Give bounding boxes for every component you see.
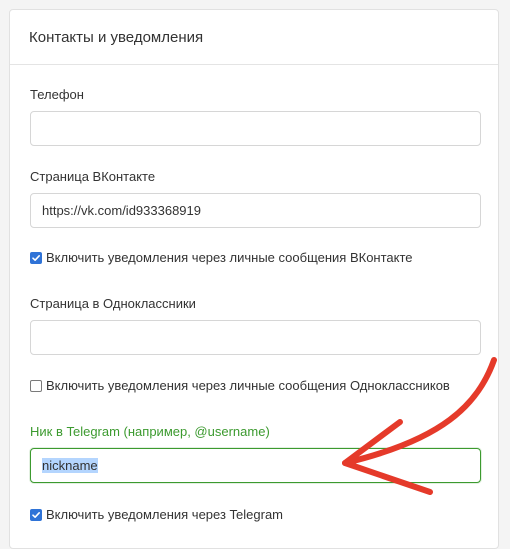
- telegram-label: Ник в Telegram (например, @username): [30, 424, 270, 439]
- ok-notify-label: Включить уведомления через личные сообще…: [46, 378, 450, 393]
- phone-label: Телефон: [30, 87, 84, 102]
- ok-notify-checkbox[interactable]: [30, 379, 42, 392]
- telegram-notify-label: Включить уведомления через Telegram: [46, 507, 284, 522]
- vk-page-label: Страница ВКонтакте: [30, 169, 156, 184]
- phone-input[interactable]: [30, 111, 481, 146]
- ok-page-label: Страница в Одноклассники: [30, 296, 196, 311]
- contacts-card: Контакты и уведомления Телефон Страница …: [9, 9, 499, 549]
- vk-notify-checkbox[interactable]: [30, 251, 42, 264]
- vk-page-input[interactable]: [30, 193, 481, 228]
- checkmark-icon: [32, 254, 40, 261]
- telegram-notify-option[interactable]: Включить уведомления через Telegram: [30, 507, 283, 522]
- ok-page-input[interactable]: [30, 320, 481, 355]
- vk-notify-option[interactable]: Включить уведомления через личные сообще…: [30, 250, 413, 265]
- telegram-notify-checkbox[interactable]: [30, 508, 42, 521]
- card-title: Контакты и уведомления: [29, 28, 204, 46]
- card-header: Контакты и уведомления: [10, 10, 498, 65]
- telegram-nick-input[interactable]: [30, 448, 481, 483]
- ok-notify-option[interactable]: Включить уведомления через личные сообще…: [30, 378, 450, 393]
- vk-notify-label: Включить уведомления через личные сообще…: [46, 250, 413, 265]
- checkmark-icon: [32, 511, 40, 518]
